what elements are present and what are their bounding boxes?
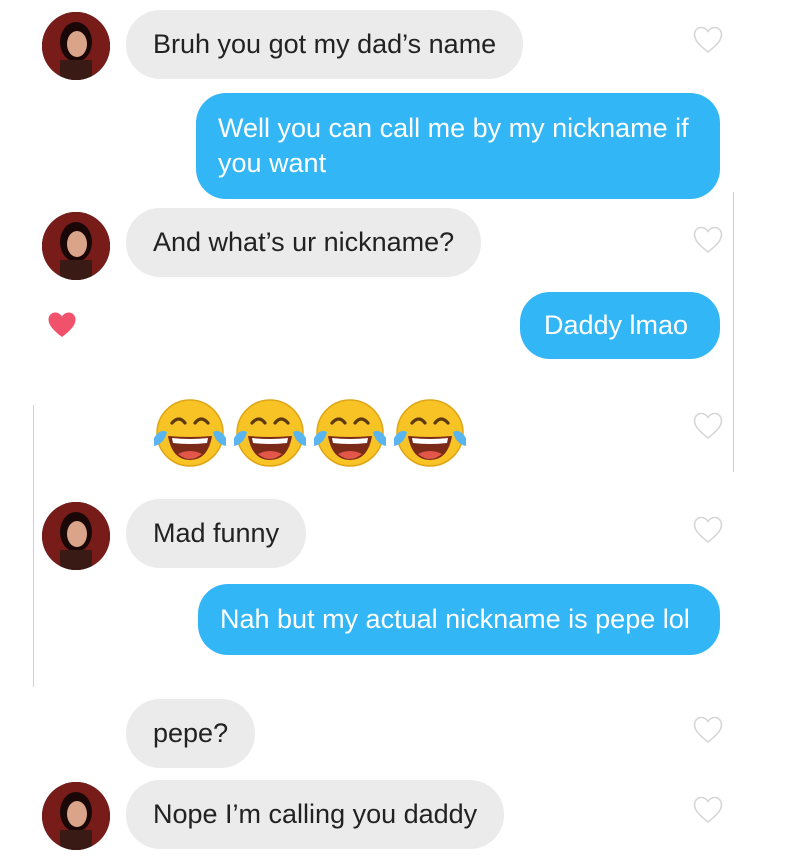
emoji-message[interactable] <box>150 396 468 470</box>
message-bubble-outgoing[interactable]: Nah but my actual nickname is pepe lol <box>198 584 720 655</box>
message-bubble-incoming[interactable]: And what’s ur nickname? <box>126 208 482 277</box>
heart-filled-icon[interactable] <box>47 311 77 339</box>
message-bubble-incoming[interactable]: Mad funny <box>126 499 307 568</box>
face-with-tears-of-joy-icon <box>230 396 308 470</box>
message-bubble-incoming[interactable]: Bruh you got my dad’s name <box>126 10 524 79</box>
avatar[interactable] <box>42 212 110 280</box>
face-with-tears-of-joy-icon <box>310 396 388 470</box>
heart-icon[interactable] <box>693 26 723 54</box>
avatar[interactable] <box>42 502 110 570</box>
avatar[interactable] <box>42 782 110 850</box>
heart-icon[interactable] <box>693 516 723 544</box>
message-bubble-incoming[interactable]: Nope I’m calling you daddy <box>126 780 505 849</box>
scroll-indicator-left <box>33 405 34 687</box>
heart-icon[interactable] <box>693 716 723 744</box>
face-with-tears-of-joy-icon <box>150 396 228 470</box>
heart-icon[interactable] <box>693 226 723 254</box>
message-bubble-outgoing[interactable]: Daddy lmao <box>520 292 720 359</box>
scroll-indicator-right <box>733 192 734 472</box>
message-bubble-incoming[interactable]: pepe? <box>126 699 256 768</box>
heart-icon[interactable] <box>693 796 723 824</box>
face-with-tears-of-joy-icon <box>390 396 468 470</box>
avatar[interactable] <box>42 12 110 80</box>
chat-thread: Bruh you got my dad’s name Well you can … <box>0 0 800 860</box>
heart-icon[interactable] <box>693 412 723 440</box>
message-bubble-outgoing[interactable]: Well you can call me by my nickname if y… <box>196 93 720 199</box>
